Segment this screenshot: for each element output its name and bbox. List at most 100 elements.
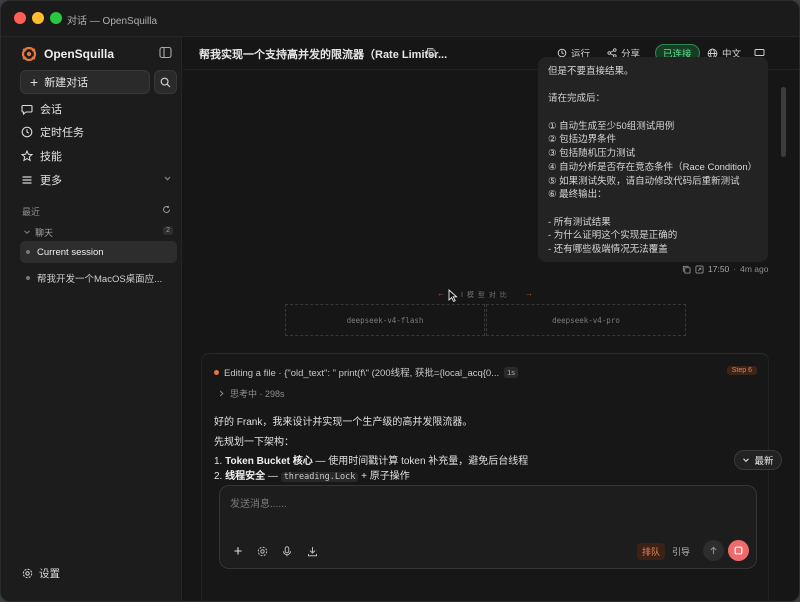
message-line xyxy=(548,79,758,93)
message-line: ② 包括边界条件 xyxy=(548,134,617,146)
list-number: 1. xyxy=(214,456,223,467)
scrollbar-thumb[interactable] xyxy=(781,87,786,157)
chevron-down-icon xyxy=(24,230,30,235)
chat-group-header[interactable]: 聊天 2 xyxy=(23,225,173,239)
sidebar: OpenSquilla + 新建对话 会话 定时任务 技能 更多 最近 聊天 2… xyxy=(1,37,182,601)
session-item-macos-app[interactable]: 帮我开发一个MacOS桌面应... xyxy=(20,267,177,289)
message-line: 请在完成后： xyxy=(548,93,606,105)
message-meta: 17:50 · 4m ago xyxy=(682,264,768,274)
thinking-toggle[interactable]: 思考中 · 298s xyxy=(218,387,285,400)
squilla-logo-icon xyxy=(21,46,37,62)
sidebar-item-skills[interactable]: 技能 xyxy=(21,147,176,165)
message-line: - 还有哪些极端情况无法覆盖 xyxy=(548,243,668,255)
settings-label: 设置 xyxy=(39,568,60,580)
tool-action-text: Editing a file · {"old_text": " print(f\… xyxy=(224,368,500,379)
tools-button[interactable] xyxy=(253,542,271,560)
sidebar-toggle-icon[interactable] xyxy=(159,46,172,59)
chevron-down-icon xyxy=(164,176,171,181)
stop-button[interactable] xyxy=(728,540,749,561)
voice-input-button[interactable] xyxy=(278,542,296,560)
plan-list-item: 1. Token Bucket 核心 — 使用时间戳计算 token 补充量，避… xyxy=(214,452,528,467)
tool-status-dot xyxy=(214,369,219,375)
chat-group-count: 2 xyxy=(163,226,173,235)
list-item-tail: + 原子操作 xyxy=(358,471,410,482)
new-chat-button[interactable]: + 新建对话 xyxy=(20,70,150,94)
message-line: ⑤ 如果测试失败，请自动修改代码后重新测试 xyxy=(548,175,740,187)
arrow-up-icon xyxy=(710,546,717,554)
gear-icon xyxy=(22,568,33,579)
title-bar: 对话 — OpenSquilla xyxy=(1,1,799,37)
list-item-bold: 线程安全 xyxy=(225,471,266,482)
chevron-right-icon xyxy=(219,390,224,397)
message-line: ④ 自动分析是否存在竞态条件（Race Condition） xyxy=(548,161,758,173)
session-label: Current session xyxy=(37,246,104,258)
tool-call-row[interactable]: Editing a file · {"old_text": " print(f\… xyxy=(214,365,759,379)
session-dot xyxy=(26,250,30,254)
search-button[interactable] xyxy=(154,70,177,94)
session-dot xyxy=(26,276,30,280)
chat-title: 帮我实现一个支持高并发的限流器（Rate Limiter... xyxy=(199,49,448,61)
microphone-icon xyxy=(283,545,291,556)
session-label: 帮我开发一个MacOS桌面应... xyxy=(37,274,163,285)
sidebar-item-sessions[interactable]: 会话 xyxy=(21,100,176,118)
message-line: - 所有测试结果 xyxy=(548,216,611,228)
mode-queue-button[interactable]: 排队 xyxy=(637,542,666,560)
window-title: 对话 — OpenSquilla xyxy=(67,16,158,27)
plus-icon: + xyxy=(233,542,243,560)
sidebar-item-label: 定时任务 xyxy=(40,127,84,139)
stop-icon xyxy=(734,546,743,555)
star-icon xyxy=(21,150,33,162)
menu-icon xyxy=(22,176,32,184)
copy-icon[interactable] xyxy=(682,265,691,274)
copy-icon[interactable] xyxy=(426,47,436,60)
sidebar-item-more[interactable]: 更多 xyxy=(21,171,176,189)
send-mode-toggle: 排队 引导 xyxy=(637,542,695,560)
model-option-flash[interactable]: deepseek-v4-flash xyxy=(285,304,485,336)
brand-name: OpenSquilla xyxy=(44,47,115,61)
scroll-to-latest-button[interactable]: 最新 xyxy=(734,450,782,470)
model-option-pro[interactable]: deepseek-v4-pro xyxy=(486,304,686,336)
branch-icon[interactable] xyxy=(695,264,704,274)
add-attachment-button[interactable]: + xyxy=(229,542,247,560)
message-line: ⑥ 最终输出： xyxy=(548,189,607,201)
session-item-current[interactable]: Current session xyxy=(20,241,177,263)
chat-group-label: 聊天 xyxy=(35,227,54,238)
message-line: - 为什么证明这个实现是正确的 xyxy=(548,230,678,242)
message-ago: 4m ago xyxy=(740,264,769,274)
message-composer: + 排队 引导 xyxy=(219,485,757,569)
chat-bubble-icon xyxy=(21,104,33,115)
sidebar-item-label: 技能 xyxy=(40,151,62,163)
refresh-icon[interactable] xyxy=(162,205,171,217)
clock-icon xyxy=(21,126,33,138)
mode-guide-button[interactable]: 引导 xyxy=(667,543,695,560)
new-chat-label: 新建对话 xyxy=(44,77,89,89)
mouse-cursor-icon xyxy=(448,289,458,302)
message-input[interactable] xyxy=(230,496,730,512)
sidebar-item-label: 更多 xyxy=(40,175,62,187)
minimize-window-button[interactable] xyxy=(32,12,44,24)
download-icon xyxy=(307,546,317,556)
sidebar-item-scheduled-tasks[interactable]: 定时任务 xyxy=(21,123,176,141)
download-button[interactable] xyxy=(303,542,321,560)
list-number: 2. xyxy=(214,471,223,482)
step-badge: Step 6 xyxy=(726,366,757,375)
settings-button[interactable]: 设置 xyxy=(22,566,60,581)
plus-icon: + xyxy=(30,74,39,90)
send-button[interactable] xyxy=(703,540,724,561)
list-item-bold: Token Bucket 核心 xyxy=(225,456,313,467)
list-item-text: — xyxy=(265,471,281,482)
assistant-intro: 好的 Frank，我来设计并实现一个生产级的高并发限流器。 xyxy=(214,417,473,428)
plan-list-item: 2. 线程安全 — threading.Lock + 原子操作 xyxy=(214,467,410,482)
message-line: ① 自动生成至少50组测试用例 xyxy=(548,120,675,132)
message-time: 17:50 xyxy=(708,264,730,274)
latest-label: 最新 xyxy=(754,456,774,467)
tool-duration-badge: 1s xyxy=(504,366,519,378)
message-line xyxy=(548,106,758,120)
zoom-window-button[interactable] xyxy=(50,12,62,24)
close-window-button[interactable] xyxy=(14,12,26,24)
search-icon xyxy=(160,77,171,87)
message-line xyxy=(548,202,758,216)
sidebar-item-label: 会话 xyxy=(40,104,62,116)
message-line: 但是不要直接结果。 xyxy=(548,66,634,77)
dot-separator: · xyxy=(733,264,737,274)
